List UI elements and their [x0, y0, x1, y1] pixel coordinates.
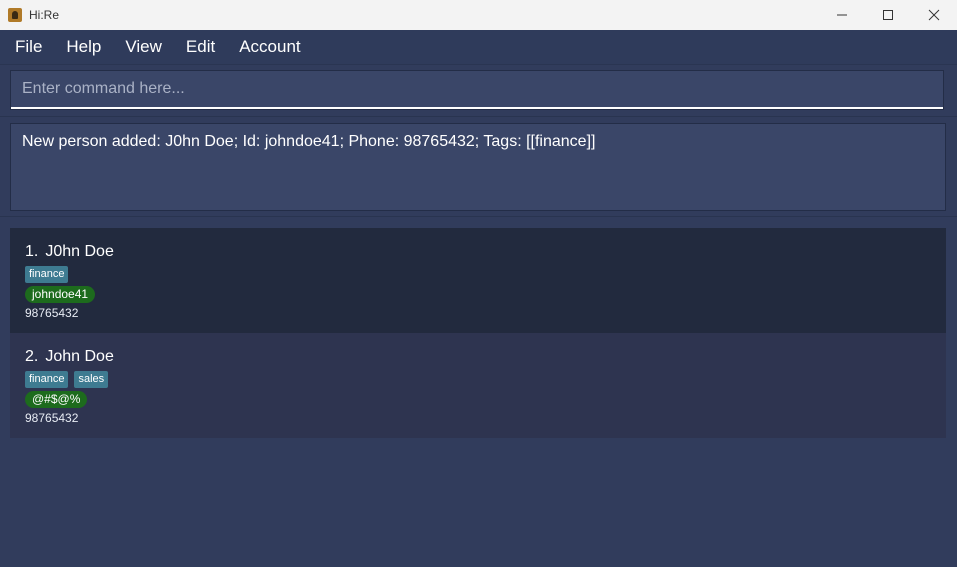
person-id-badge: johndoe41	[25, 286, 96, 303]
close-icon	[928, 9, 940, 21]
app-icon	[8, 8, 22, 22]
person-phone: 98765432	[25, 411, 79, 425]
divider	[0, 216, 957, 217]
result-text: New person added: J0hn Doe; Id: johndoe4…	[22, 133, 596, 150]
person-index: 2.	[25, 348, 39, 365]
window-title: Hi:Re	[29, 8, 60, 22]
tag: sales	[74, 371, 109, 388]
person-card[interactable]: 1. J0hn Doe finance johndoe41 98765432	[10, 228, 946, 333]
menu-view[interactable]: View	[116, 37, 171, 57]
command-input[interactable]	[11, 71, 943, 109]
menu-help[interactable]: Help	[57, 37, 110, 57]
menu-bar: File Help View Edit Account	[0, 30, 957, 65]
tag: finance	[25, 266, 69, 283]
person-index: 1.	[25, 243, 39, 260]
menu-edit[interactable]: Edit	[177, 37, 224, 57]
person-name-line: 1. J0hn Doe	[25, 241, 931, 263]
tag: finance	[25, 371, 69, 388]
person-name: John Doe	[45, 348, 114, 365]
minimize-icon	[837, 14, 847, 16]
tag-list: finance	[25, 266, 931, 283]
result-display: New person added: J0hn Doe; Id: johndoe4…	[10, 123, 946, 211]
person-name-line: 2. John Doe	[25, 346, 931, 368]
window-controls	[819, 0, 957, 30]
menu-account[interactable]: Account	[230, 37, 309, 57]
person-id-badge: @#$@%	[25, 391, 88, 408]
menu-file[interactable]: File	[6, 37, 51, 57]
person-name: J0hn Doe	[45, 243, 114, 260]
command-box	[10, 70, 944, 110]
maximize-icon	[883, 10, 893, 20]
divider	[0, 116, 957, 117]
person-list[interactable]: 1. J0hn Doe finance johndoe41 98765432 2.…	[10, 228, 946, 438]
close-button[interactable]	[911, 0, 957, 30]
maximize-button[interactable]	[865, 0, 911, 30]
person-phone: 98765432	[25, 306, 79, 320]
title-bar: Hi:Re	[0, 0, 957, 30]
person-card[interactable]: 2. John Doe finance sales @#$@% 98765432	[10, 333, 946, 438]
tag-list: finance sales	[25, 371, 931, 388]
minimize-button[interactable]	[819, 0, 865, 30]
